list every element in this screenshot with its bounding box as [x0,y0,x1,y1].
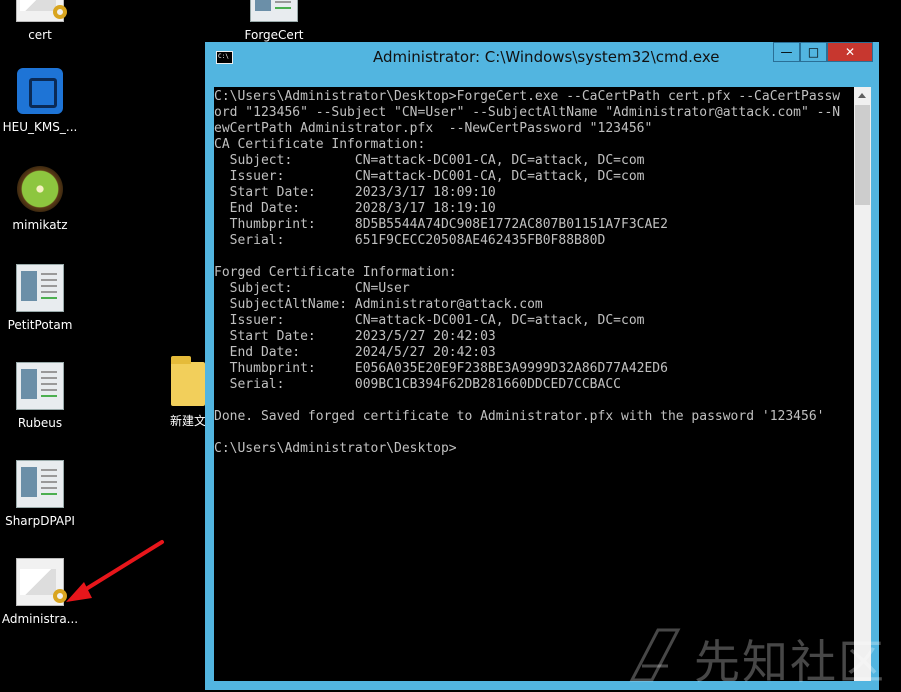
console-line: Serial: 651F9CECC20508AE462435FB0F88B80D [214,233,606,248]
cmd-window[interactable]: Administrator: C:\Windows\system32\cmd.e… [205,42,879,690]
console-line: Subject: CN=User [214,281,410,296]
scrollbar-thumb[interactable] [855,105,870,205]
desktop-icon-forgecert[interactable]: ForgeCert [234,0,314,42]
application-icon [16,264,64,312]
red-arrow-annotation [66,540,164,602]
desktop-icon-label: SharpDPAPI [5,514,75,528]
console-text: C:\Users\Administrator\Desktop>ForgeCert… [214,87,854,457]
desktop-icon-label: mimikatz [12,218,68,232]
console-line: C:\Users\Administrator\Desktop>ForgeCert… [214,89,841,104]
application-icon [250,0,298,22]
desktop-icon-petitpotam[interactable]: PetitPotam [0,264,80,332]
console-line: End Date: 2028/3/17 18:19:10 [214,201,496,216]
console-line: Thumbprint: E056A035E20E9F238BE3A9999D32… [214,361,668,376]
console-line: Start Date: 2023/3/17 18:09:10 [214,185,496,200]
title-bar[interactable]: Administrator: C:\Windows\system32\cmd.e… [205,42,879,74]
console-line: Thumbprint: 8D5B5544A74DC908E1772AC807B0… [214,217,668,232]
desktop-icon-sharpdpapi[interactable]: SharpDPAPI [0,460,80,528]
scroll-up-arrow-icon[interactable] [854,87,871,104]
desktop-icon-heu-kms[interactable]: HEU_KMS_... [0,68,80,134]
console-line: Subject: CN=attack-DC001-CA, DC=attack, … [214,153,645,168]
close-button[interactable]: ✕ [827,42,873,62]
desktop-icon-label: ForgeCert [244,28,304,42]
desktop-icon-mimikatz[interactable]: mimikatz [0,166,80,232]
folder-icon [171,356,205,406]
desktop-icon-label: PetitPotam [7,318,73,332]
certificate-icon [16,558,67,606]
application-icon [16,362,64,410]
minimize-button[interactable]: — [773,42,800,62]
console-line: Start Date: 2023/5/27 20:42:03 [214,329,496,344]
watermark-text: 先知社区 [694,635,886,689]
certificate-icon [16,0,67,22]
maximize-button[interactable]: □ [800,42,827,62]
desktop-icon-label: cert [28,28,52,42]
vertical-scrollbar[interactable] [854,87,871,681]
console-line: Done. Saved forged certificate to Admini… [214,409,825,424]
desktop-icon-rubeus[interactable]: Rubeus [0,362,80,430]
desktop-icon-label: Administra... [1,612,79,626]
desktop-icon-label: Rubeus [17,416,63,430]
desktop-icon-cert[interactable]: cert [0,0,80,42]
console-line: ord "123456" --Subject "CN=User" --Subje… [214,105,841,120]
console-line: Issuer: CN=attack-DC001-CA, DC=attack, D… [214,313,645,328]
xianzhi-logo-icon [629,628,681,682]
desktop-icon-label: HEU_KMS_... [2,120,78,134]
console-line: CA Certificate Information: [214,137,426,152]
console-line: C:\Users\Administrator\Desktop> [214,441,457,456]
console-line: SubjectAltName: Administrator@attack.com [214,297,543,312]
console-line: Serial: 009BC1CB394F62DB281660DDCED7CCBA… [214,377,621,392]
console-line: End Date: 2024/5/27 20:42:03 [214,345,496,360]
heu-kms-icon [17,68,63,114]
console-output[interactable]: C:\Users\Administrator\Desktop>ForgeCert… [214,87,854,681]
kiwi-icon [17,166,63,212]
console-line: ewCertPath Administrator.pfx --NewCertPa… [214,121,653,136]
console-line: Issuer: CN=attack-DC001-CA, DC=attack, D… [214,169,645,184]
cmd-icon [216,51,233,64]
application-icon [16,460,64,508]
console-line: Forged Certificate Information: [214,265,457,280]
window-title: Administrator: C:\Windows\system32\cmd.e… [373,48,720,66]
watermark: 先知社区 [628,622,898,689]
